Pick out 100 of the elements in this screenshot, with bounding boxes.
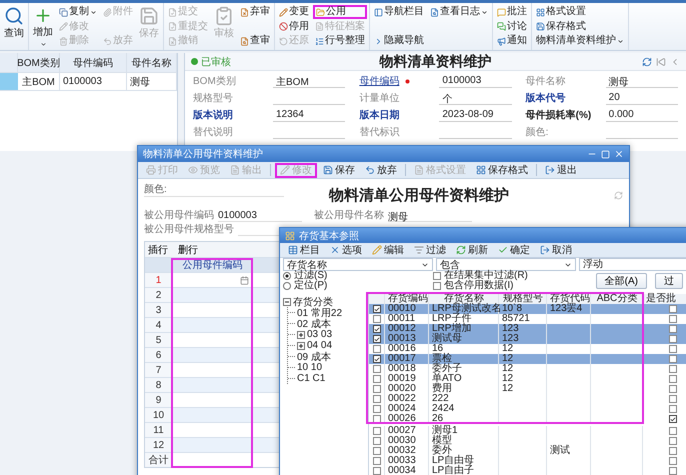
ribbon-button[interactable]: 隐藏导航 [372, 34, 426, 48]
batch-checkbox[interactable] [668, 345, 676, 353]
input-field[interactable]: 主BOM [273, 75, 346, 88]
tree-item[interactable]: 10 10 [297, 362, 322, 373]
toolbar-button[interactable]: 保存格式 [472, 162, 532, 178]
batch-checkbox[interactable] [668, 467, 676, 475]
toolbar-button[interactable]: 保存 [319, 162, 359, 178]
close-icon[interactable] [614, 149, 624, 159]
ribbon-button[interactable]: 查询 [2, 5, 26, 48]
row-checkbox[interactable] [372, 437, 380, 445]
checkbox-option[interactable]: 在结果集中过滤(R) [433, 271, 528, 281]
tree-item[interactable]: 02 成本 [297, 316, 331, 330]
row-checkbox[interactable] [372, 457, 380, 465]
ribbon-button[interactable]: 复制 [57, 5, 99, 19]
row-checkbox[interactable] [372, 467, 380, 475]
row-checkbox[interactable] [372, 345, 380, 353]
ribbon-button[interactable]: 查审 [238, 34, 272, 48]
ribbon-button[interactable]: 保存格式 [534, 20, 626, 34]
row-checkbox[interactable] [372, 405, 380, 413]
ribbon-button[interactable]: 增加 [31, 5, 55, 49]
ribbon-button[interactable]: 停用 [277, 20, 311, 34]
radio-option[interactable]: 定位(P) [283, 281, 433, 291]
batch-checkbox[interactable] [668, 447, 676, 455]
toolbar-button[interactable]: 过滤 [410, 242, 450, 258]
table-row[interactable]: 00010 LRP母测试改名 10`8 123罢4 [369, 304, 686, 314]
input-field[interactable]: 12364 [273, 109, 346, 122]
batch-checkbox[interactable] [668, 405, 676, 413]
maximize-icon[interactable] [601, 150, 610, 158]
batch-checkbox[interactable] [668, 325, 676, 333]
row-checkbox[interactable] [372, 447, 380, 455]
toolbar-button[interactable]: 栏目 [284, 242, 324, 258]
radio-option[interactable]: 过滤(S) [283, 271, 433, 281]
checkbox-option[interactable]: 包含停用数据(I) [433, 281, 528, 291]
ribbon-button[interactable]: 格式设置 [534, 5, 626, 19]
row-checkbox[interactable] [372, 427, 380, 435]
reference-icon[interactable] [240, 276, 249, 284]
row-checkbox[interactable] [372, 305, 380, 313]
toolbar-button[interactable]: 取消 [536, 242, 576, 258]
input-field[interactable]: 0.000 [606, 109, 678, 122]
first-record-icon[interactable] [656, 56, 666, 66]
field-label[interactable]: 母件编码 [359, 74, 400, 88]
ribbon-button[interactable]: 查看日志 [428, 5, 490, 19]
collapse-icon[interactable] [283, 298, 291, 306]
refresh-icon[interactable] [642, 56, 652, 66]
tree-item[interactable]: 存货分类 [293, 294, 333, 308]
input-field[interactable]: 0100003 [218, 210, 302, 222]
input-field[interactable]: 个 [439, 92, 512, 105]
row-checkbox[interactable] [372, 335, 380, 343]
filter-button[interactable]: 过 [655, 273, 683, 289]
toolbar-button[interactable]: 选项 [326, 242, 366, 258]
batch-checkbox[interactable] [668, 457, 676, 465]
ribbon-button[interactable]: 物料清单资料维护 [534, 34, 626, 48]
row-checkbox[interactable] [372, 365, 380, 373]
filter-button[interactable]: 全部(A) [596, 273, 647, 289]
tree-item[interactable]: 03 03 [307, 329, 332, 340]
tree-item[interactable]: 09 成本 [297, 350, 331, 364]
input-field[interactable]: 0100003 [439, 75, 512, 88]
batch-checkbox[interactable] [668, 375, 676, 383]
toolbar-button[interactable]: 编辑 [368, 242, 408, 258]
search-field[interactable]: 浮动 [579, 258, 686, 271]
table-row[interactable]: 00013 测试母 123 [369, 334, 686, 344]
ribbon-button[interactable]: 公用 [313, 5, 367, 19]
toolbar-button[interactable]: 退出 [541, 162, 581, 178]
input-field[interactable]: 测母 [388, 210, 472, 222]
table-row[interactable]: 00012 LRP增加 123 [369, 324, 686, 334]
toolbar-button[interactable]: 放弃 [361, 162, 401, 178]
batch-checkbox[interactable] [668, 427, 676, 435]
batch-checkbox[interactable] [668, 315, 676, 323]
batch-checkbox[interactable] [668, 415, 676, 423]
batch-checkbox[interactable] [668, 305, 676, 313]
tree-item[interactable]: C1 C1 [297, 373, 326, 384]
ribbon-button[interactable]: 弃审 [238, 5, 272, 19]
toolbar-button[interactable]: 确定 [494, 242, 534, 258]
tree-item[interactable]: 01 常用22 [297, 306, 342, 320]
batch-checkbox[interactable] [668, 437, 676, 445]
ribbon-button[interactable]: 导航栏目 [372, 5, 426, 19]
toolbar-button[interactable]: 刷新 [452, 242, 492, 258]
batch-checkbox[interactable] [668, 335, 676, 343]
batch-checkbox[interactable] [668, 385, 676, 393]
ribbon-button[interactable]: 讨论 [495, 20, 529, 34]
ribbon-button[interactable]: 批注 [495, 5, 529, 19]
batch-checkbox[interactable] [668, 395, 676, 403]
row-checkbox[interactable] [372, 375, 380, 383]
row-checkbox[interactable] [372, 395, 380, 403]
input-field[interactable]: 2023-08-09 [439, 109, 512, 122]
row-checkbox[interactable] [372, 355, 380, 363]
expand-icon[interactable] [297, 342, 305, 350]
ribbon-button[interactable]: 变更 [277, 5, 311, 19]
input-field[interactable]: 测母 [606, 75, 678, 88]
input-field[interactable]: 20 [606, 92, 678, 105]
grid-action-button[interactable]: 删行 [177, 242, 199, 256]
row-checkbox[interactable] [372, 385, 380, 393]
expand-icon[interactable] [297, 330, 305, 338]
tree-item[interactable]: 04 04 [307, 340, 332, 351]
row-checkbox[interactable] [372, 315, 380, 323]
field-dropdown[interactable]: 存货名称 [283, 258, 433, 271]
grid-action-button[interactable]: 插行 [147, 242, 169, 256]
batch-checkbox[interactable] [668, 355, 676, 363]
batch-checkbox[interactable] [668, 365, 676, 373]
operator-dropdown[interactable]: 包含 [436, 258, 576, 271]
